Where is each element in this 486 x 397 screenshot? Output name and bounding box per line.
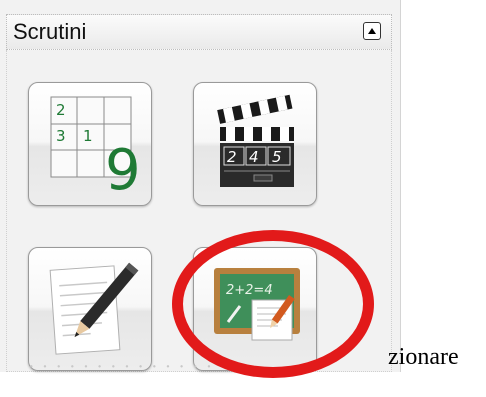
- instruction-text: zionare: [388, 344, 459, 370]
- chalkboard-tile-button[interactable]: 2+2=4: [193, 247, 317, 371]
- document-pencil-icon: [49, 262, 139, 355]
- panel-title: Scrutini: [13, 19, 87, 44]
- grid-digit: 1: [83, 127, 93, 145]
- triangle-up-icon: [368, 28, 376, 34]
- clapper-digit: 4: [249, 148, 259, 166]
- grid-digit: 3: [56, 127, 66, 145]
- board-text: 2+2=4: [226, 283, 273, 298]
- grid-big-digit: 9: [105, 138, 141, 203]
- collapse-button[interactable]: [363, 22, 381, 40]
- number-grid-icon: 2 3 1 9: [50, 96, 141, 203]
- chalkboard-icon: 2+2=4: [214, 268, 300, 341]
- clapperboard-icon: 2 4 5: [217, 94, 294, 187]
- obscured-text: · · · · · · · · · · · · · · · · ·: [28, 356, 255, 378]
- clapper-tile-button[interactable]: 2 4 5: [193, 82, 317, 206]
- grid-tile-button[interactable]: 2 3 1 9: [28, 82, 152, 206]
- clapper-digit: 5: [272, 148, 282, 166]
- clapper-digit: 2: [227, 148, 237, 166]
- notes-tile-button[interactable]: [28, 247, 152, 371]
- grid-digit: 2: [56, 101, 66, 119]
- panel-header: Scrutini: [6, 14, 392, 50]
